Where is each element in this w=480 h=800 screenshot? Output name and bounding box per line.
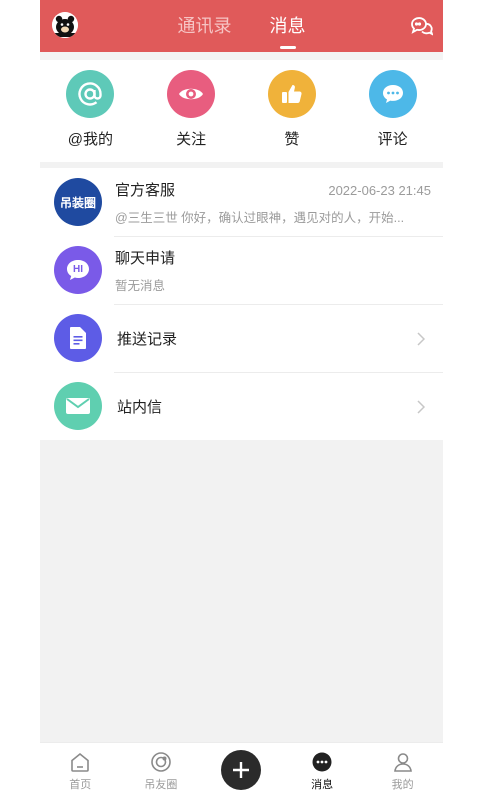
avatar-text: 吊装圈	[59, 195, 96, 210]
list-item-inbox[interactable]: 站内信	[40, 372, 443, 440]
quick-follow[interactable]: 关注	[151, 70, 231, 149]
circle-icon	[151, 752, 171, 772]
quick-like[interactable]: 赞	[252, 70, 332, 149]
hi-bubble-icon: HI	[54, 246, 102, 294]
list-item-preview: @三生三世 你好，确认过眼神，遇见对的人，开始...	[115, 210, 405, 225]
list-item-title: 推送记录	[117, 330, 178, 348]
tab-contacts[interactable]: 通讯录	[178, 12, 232, 40]
list-item-official-service[interactable]: 吊装圈 官方客服 @三生三世 你好，确认过眼神，遇见对的人，开始... 2022…	[40, 168, 443, 236]
list-item-title: 聊天申请	[115, 249, 176, 267]
tab-messages[interactable]: 消息	[270, 12, 306, 40]
hi-text: HI	[73, 263, 83, 275]
user-icon	[393, 753, 412, 772]
quick-label: @我的	[67, 131, 113, 148]
quick-comment[interactable]: 评论	[353, 70, 433, 149]
at-icon	[66, 70, 115, 118]
chat-bubbles-icon[interactable]	[409, 15, 434, 37]
quick-label: 赞	[284, 131, 300, 148]
message-list: 吊装圈 官方客服 @三生三世 你好，确认过眼神，遇见对的人，开始... 2022…	[40, 168, 443, 440]
list-item-preview: 暂无消息	[115, 278, 166, 293]
app-screen: 通讯录 消息 @我的 关注 赞 评论 吊装圈 官方客服 @三生三世 你好，确认过…	[40, 0, 443, 800]
quick-actions: @我的 关注 赞 评论	[40, 52, 443, 162]
list-item-chat-request[interactable]: HI 聊天申请 暂无消息	[40, 236, 443, 304]
header-tabs: 通讯录 消息	[40, 0, 443, 52]
eye-icon	[167, 70, 216, 118]
message-icon	[312, 752, 332, 772]
nav-circle[interactable]: 吊友圈	[126, 751, 196, 792]
list-item-title: 站内信	[117, 398, 163, 416]
nav-home[interactable]: 首页	[45, 751, 115, 792]
nav-label: 首页	[69, 779, 92, 791]
nav-me[interactable]: 我的	[368, 751, 438, 792]
nav-label: 吊友圈	[144, 779, 178, 791]
home-icon	[71, 752, 90, 772]
thumbs-up-icon	[267, 70, 316, 118]
document-icon	[54, 314, 102, 362]
quick-label: 关注	[176, 131, 207, 148]
quick-at-me[interactable]: @我的	[50, 70, 130, 149]
nav-messages[interactable]: 消息	[287, 751, 357, 792]
nav-label: 我的	[391, 779, 414, 791]
quick-label: 评论	[377, 131, 408, 148]
chevron-right-icon	[417, 400, 425, 414]
list-item-time: 2022-06-23 21:45	[328, 183, 431, 198]
nav-label: 消息	[311, 779, 334, 791]
chevron-right-icon	[417, 332, 425, 346]
comment-icon	[368, 70, 417, 118]
top-bar: 通讯录 消息	[40, 0, 443, 52]
nav-publish[interactable]	[206, 749, 276, 790]
list-item-push-records[interactable]: 推送记录	[40, 304, 443, 372]
plus-icon	[221, 749, 262, 790]
envelope-icon	[54, 382, 102, 430]
service-avatar: 吊装圈	[54, 178, 102, 226]
bottom-nav: 首页 吊友圈 消息 我的	[40, 742, 443, 800]
